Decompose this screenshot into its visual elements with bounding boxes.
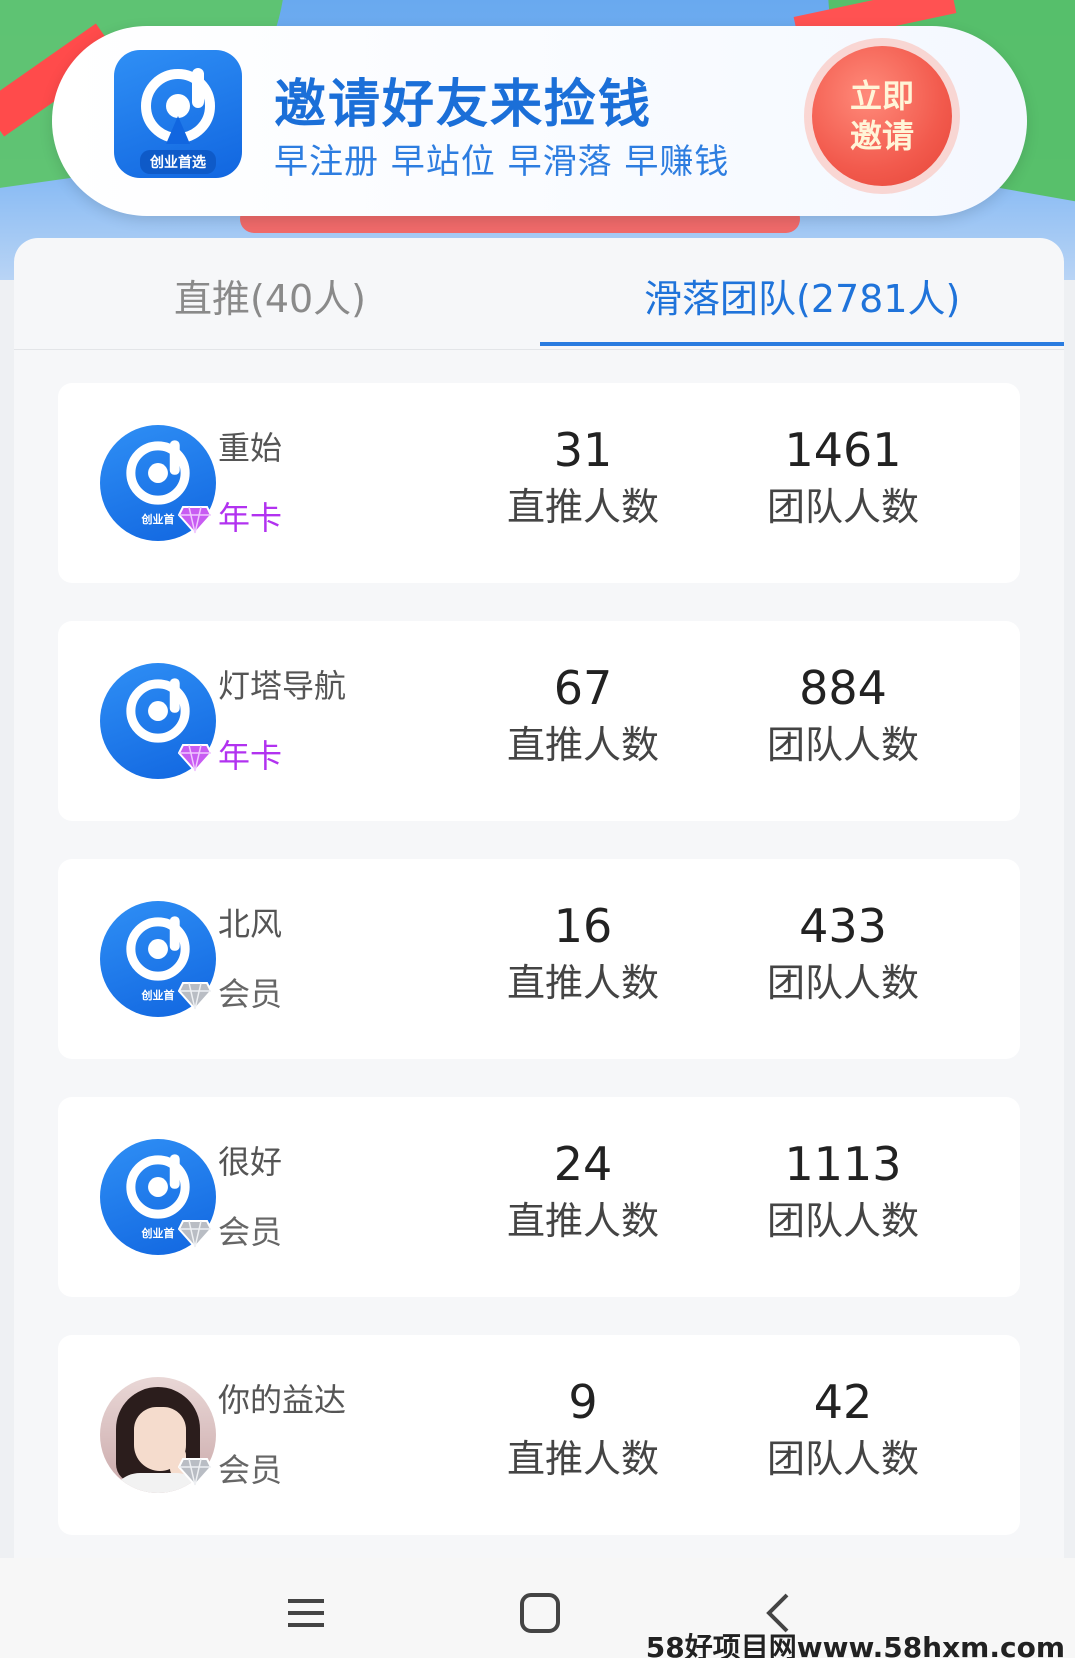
- banner-subtitle: 早注册 早站位 早滑落 早赚钱: [274, 142, 730, 182]
- member-card[interactable]: 创业首 北风 会员 16 直推人数 433 团队人数: [58, 859, 1020, 1059]
- app-logo-icon: [141, 68, 215, 144]
- team-stat: 884 团队人数: [723, 661, 963, 773]
- app-logo-icon: [126, 678, 190, 743]
- direct-count: 16: [553, 899, 613, 953]
- avatar-text: 创业首: [141, 1227, 175, 1240]
- member-level: 年卡: [218, 737, 283, 775]
- team-count: 1113: [784, 1137, 902, 1191]
- direct-label: 直推人数: [506, 723, 659, 767]
- direct-stat: 9 直推人数: [463, 1375, 703, 1487]
- app-logo-text: 创业首选: [140, 150, 216, 174]
- direct-count: 24: [553, 1137, 613, 1191]
- app-logo-icon: [126, 1154, 190, 1219]
- diamond-icon: [178, 1458, 212, 1487]
- member-level: 会员: [218, 1213, 283, 1251]
- diamond-icon: [178, 1220, 212, 1249]
- direct-count: 9: [568, 1375, 598, 1429]
- diamond-icon: [178, 744, 212, 773]
- member-name: 灯塔导航: [218, 667, 347, 705]
- team-panel: 直推(40人) 滑落团队(2781人) 创业首 重始 年卡 31 直推人数 14…: [14, 238, 1064, 1558]
- avatar-text: 创业首: [141, 513, 175, 526]
- team-stat: 1461 团队人数: [723, 423, 963, 535]
- tab-team[interactable]: 滑落团队(2781人): [644, 268, 960, 323]
- member-list: 创业首 重始 年卡 31 直推人数 1461 团队人数 灯塔导航 年卡 67 直…: [58, 383, 1020, 1573]
- invite-button-line2: 邀请: [849, 117, 914, 155]
- member-card[interactable]: 创业首 很好 会员 24 直推人数 1113 团队人数: [58, 1097, 1020, 1297]
- team-stat: 42 团队人数: [723, 1375, 963, 1487]
- member-level: 年卡: [218, 499, 283, 537]
- watermark: 58好项目网www.58hxm.com: [645, 1631, 1065, 1658]
- member-name: 很好: [218, 1143, 283, 1181]
- direct-label: 直推人数: [506, 1199, 659, 1243]
- invite-now-button[interactable]: 立即 邀请: [812, 46, 952, 186]
- member-card[interactable]: 你的益达 会员 9 直推人数 42 团队人数: [58, 1335, 1020, 1535]
- tab-bar: 直推(40人) 滑落团队(2781人): [14, 238, 1064, 350]
- team-label: 团队人数: [766, 1199, 919, 1243]
- diamond-icon: [178, 982, 212, 1011]
- active-tab-indicator: [540, 342, 1064, 346]
- banner-title: 邀请好友来捡钱: [274, 75, 653, 135]
- team-stat: 433 团队人数: [723, 899, 963, 1011]
- avatar-text: 创业首: [141, 989, 175, 1002]
- direct-label: 直推人数: [506, 485, 659, 529]
- direct-label: 直推人数: [506, 961, 659, 1005]
- direct-stat: 16 直推人数: [463, 899, 703, 1011]
- app-logo: 创业首选: [114, 50, 242, 178]
- team-label: 团队人数: [766, 1437, 919, 1481]
- screen: 创业首选 邀请好友来捡钱 早注册 早站位 早滑落 早赚钱 立即 邀请 直推(40…: [0, 0, 1075, 1658]
- member-card[interactable]: 灯塔导航 年卡 67 直推人数 884 团队人数: [58, 621, 1020, 821]
- home-button[interactable]: [510, 1588, 570, 1638]
- direct-label: 直推人数: [506, 1437, 659, 1481]
- member-name: 你的益达: [218, 1381, 347, 1419]
- direct-stat: 24 直推人数: [463, 1137, 703, 1249]
- invite-banner[interactable]: 创业首选 邀请好友来捡钱 早注册 早站位 早滑落 早赚钱 立即 邀请: [52, 26, 1027, 216]
- team-count: 42: [813, 1375, 873, 1429]
- app-logo-icon: [126, 916, 190, 981]
- member-name: 重始: [218, 429, 283, 467]
- menu-button[interactable]: [276, 1588, 336, 1638]
- member-card[interactable]: 创业首 重始 年卡 31 直推人数 1461 团队人数: [58, 383, 1020, 583]
- menu-icon: [288, 1599, 324, 1627]
- team-label: 团队人数: [766, 961, 919, 1005]
- invite-button-line1: 立即: [849, 77, 914, 115]
- team-count: 1461: [784, 423, 902, 477]
- home-square-icon: [520, 1593, 560, 1633]
- direct-count: 67: [553, 661, 613, 715]
- team-count: 884: [799, 661, 887, 715]
- member-name: 北风: [218, 905, 283, 943]
- team-count: 433: [799, 899, 887, 953]
- member-level: 会员: [218, 1451, 283, 1489]
- diamond-icon: [178, 506, 212, 535]
- direct-stat: 31 直推人数: [463, 423, 703, 535]
- member-level: 会员: [218, 975, 283, 1013]
- direct-stat: 67 直推人数: [463, 661, 703, 773]
- team-label: 团队人数: [766, 485, 919, 529]
- direct-count: 31: [553, 423, 613, 477]
- app-logo-icon: [126, 440, 190, 505]
- team-stat: 1113 团队人数: [723, 1137, 963, 1249]
- team-label: 团队人数: [766, 723, 919, 767]
- tab-direct[interactable]: 直推(40人): [174, 268, 366, 323]
